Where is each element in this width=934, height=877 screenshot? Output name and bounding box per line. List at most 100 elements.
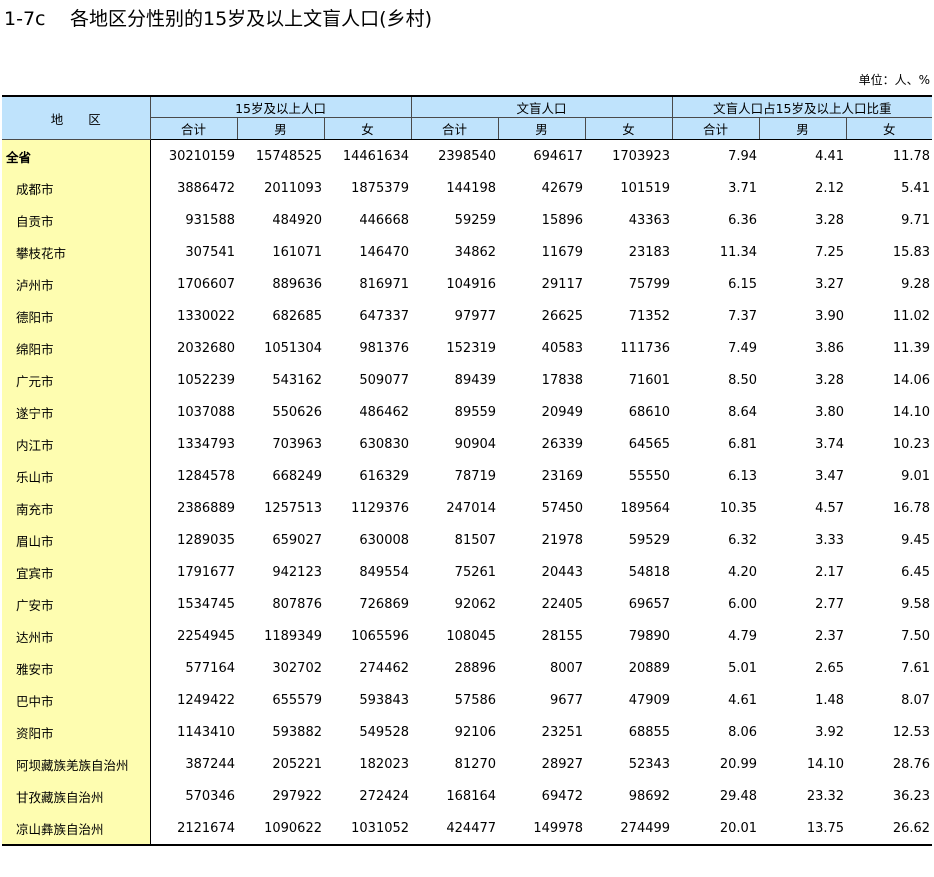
region-name: 阿坝藏族羌族自治州	[2, 748, 151, 780]
value-cell: 703963	[272, 436, 322, 452]
value-cell: 593882	[272, 724, 322, 740]
value-cell: 108045	[446, 628, 497, 644]
group-header-illiterate: 文盲人口	[410, 95, 673, 118]
value-cell: 5.01	[728, 660, 758, 676]
value-cell: 64565	[628, 436, 671, 452]
table-row: 宜宾市 1791677 942123 849554 75261 20443 54818 4.2…	[2, 556, 932, 588]
value-cell: 97977	[454, 308, 497, 324]
value-cell: 89439	[454, 372, 497, 388]
region-header: 地 区	[2, 95, 150, 140]
value-cell: 4.41	[815, 148, 845, 164]
region-name: 遂宁市	[2, 396, 151, 428]
value-cell: 12.53	[892, 724, 931, 740]
value-cell: 7.50	[901, 628, 931, 644]
region-name: 广安市	[2, 588, 151, 620]
value-cell: 1037088	[177, 404, 235, 420]
value-cell: 2386889	[177, 500, 235, 516]
value-cell: 2011093	[264, 180, 322, 196]
value-cell: 4.20	[728, 564, 758, 580]
value-cell: 7.94	[728, 148, 758, 164]
value-cell: 1330022	[177, 308, 235, 324]
value-cell: 1534745	[177, 596, 235, 612]
value-cell: 889636	[272, 276, 322, 292]
value-cell: 98692	[628, 788, 671, 804]
table-row: 眉山市 1289035 659027 630008 81507 21978 59529 6.3…	[2, 524, 932, 556]
value-cell: 807876	[272, 596, 322, 612]
value-cell: 71352	[628, 308, 671, 324]
sub-header: 男	[497, 117, 586, 140]
value-cell: 144198	[446, 180, 497, 196]
value-cell: 15.83	[892, 244, 931, 260]
value-cell: 11.39	[892, 340, 931, 356]
value-cell: 81507	[454, 532, 497, 548]
value-cell: 15748525	[255, 148, 322, 164]
value-cell: 23183	[628, 244, 671, 260]
value-cell: 2121674	[150, 812, 237, 846]
value-cell: 6.00	[728, 596, 758, 612]
value-cell: 20949	[541, 404, 584, 420]
value-cell: 2.12	[815, 180, 845, 196]
value-cell: 161071	[272, 244, 322, 260]
value-cell: 1090622	[237, 812, 324, 846]
value-cell: 28896	[454, 660, 497, 676]
value-cell: 92106	[454, 724, 497, 740]
value-cell: 6.32	[728, 532, 758, 548]
value-cell: 3.27	[815, 276, 845, 292]
region-name: 泸州市	[2, 268, 151, 300]
sub-header: 男	[236, 117, 324, 140]
value-cell: 68610	[628, 404, 671, 420]
value-cell: 3886472	[177, 180, 235, 196]
value-cell: 7.49	[728, 340, 758, 356]
value-cell: 2.17	[815, 564, 845, 580]
value-cell: 2032680	[177, 340, 235, 356]
value-cell: 11679	[541, 244, 584, 260]
group-header-ratio: 文盲人口占15岁及以上人口比重	[671, 95, 933, 118]
value-cell: 90904	[454, 436, 497, 452]
sub-header: 女	[845, 117, 933, 140]
value-cell: 1289035	[177, 532, 235, 548]
value-cell: 9.01	[901, 468, 931, 484]
group-header-population: 15岁及以上人口	[149, 95, 412, 118]
value-cell: 570346	[185, 788, 235, 804]
value-cell: 816971	[359, 276, 410, 292]
table-body: 全省 30210159 15748525 14461634 2398540 694617 1…	[2, 139, 933, 846]
value-cell: 668249	[272, 468, 322, 484]
value-cell: 1875379	[351, 180, 410, 196]
value-cell: 5.41	[901, 180, 931, 196]
value-cell: 10.35	[719, 500, 758, 516]
data-table: 地 区 15岁及以上人口 文盲人口 文盲人口占15岁及以上人口比重 合计 男 女…	[2, 95, 933, 846]
value-cell: 247014	[446, 500, 497, 516]
table-title: 各地区分性别的15岁及以上文盲人口(乡村)	[70, 8, 433, 30]
table-row: 达州市 2254945 1189349 1065596 108045 28155 79890…	[2, 620, 932, 652]
value-cell: 3.80	[815, 404, 845, 420]
value-cell: 57586	[454, 692, 497, 708]
value-cell: 28155	[541, 628, 584, 644]
table-row: 凉山彝族自治州 2121674 1090622 1031052 424477 149978…	[2, 812, 933, 846]
region-name: 南充市	[2, 492, 151, 524]
table-row: 成都市 3886472 2011093 1875379 144198 42679 10151…	[2, 172, 932, 204]
value-cell: 297922	[272, 788, 322, 804]
value-cell: 647337	[359, 308, 410, 324]
region-name: 甘孜藏族自治州	[2, 780, 151, 812]
value-cell: 1706607	[177, 276, 235, 292]
region-name: 巴中市	[2, 684, 151, 716]
value-cell: 3.92	[815, 724, 845, 740]
value-cell: 630830	[359, 436, 410, 452]
table-row: 广安市 1534745 807876 726869 92062 22405 69657 6.0…	[2, 588, 932, 620]
value-cell: 182023	[359, 756, 410, 772]
value-cell: 81270	[454, 756, 497, 772]
value-cell: 59259	[454, 212, 497, 228]
value-cell: 4.61	[728, 692, 758, 708]
value-cell: 9677	[549, 692, 584, 708]
value-cell: 17838	[541, 372, 584, 388]
value-cell: 616329	[359, 468, 410, 484]
value-cell: 630008	[359, 532, 410, 548]
value-cell: 26339	[541, 436, 584, 452]
value-cell: 168164	[446, 788, 497, 804]
value-cell: 20.01	[672, 812, 760, 846]
value-cell: 4.79	[728, 628, 758, 644]
value-cell: 1129376	[351, 500, 410, 516]
value-cell: 23251	[541, 724, 584, 740]
value-cell: 981376	[359, 340, 410, 356]
value-cell: 1791677	[177, 564, 235, 580]
